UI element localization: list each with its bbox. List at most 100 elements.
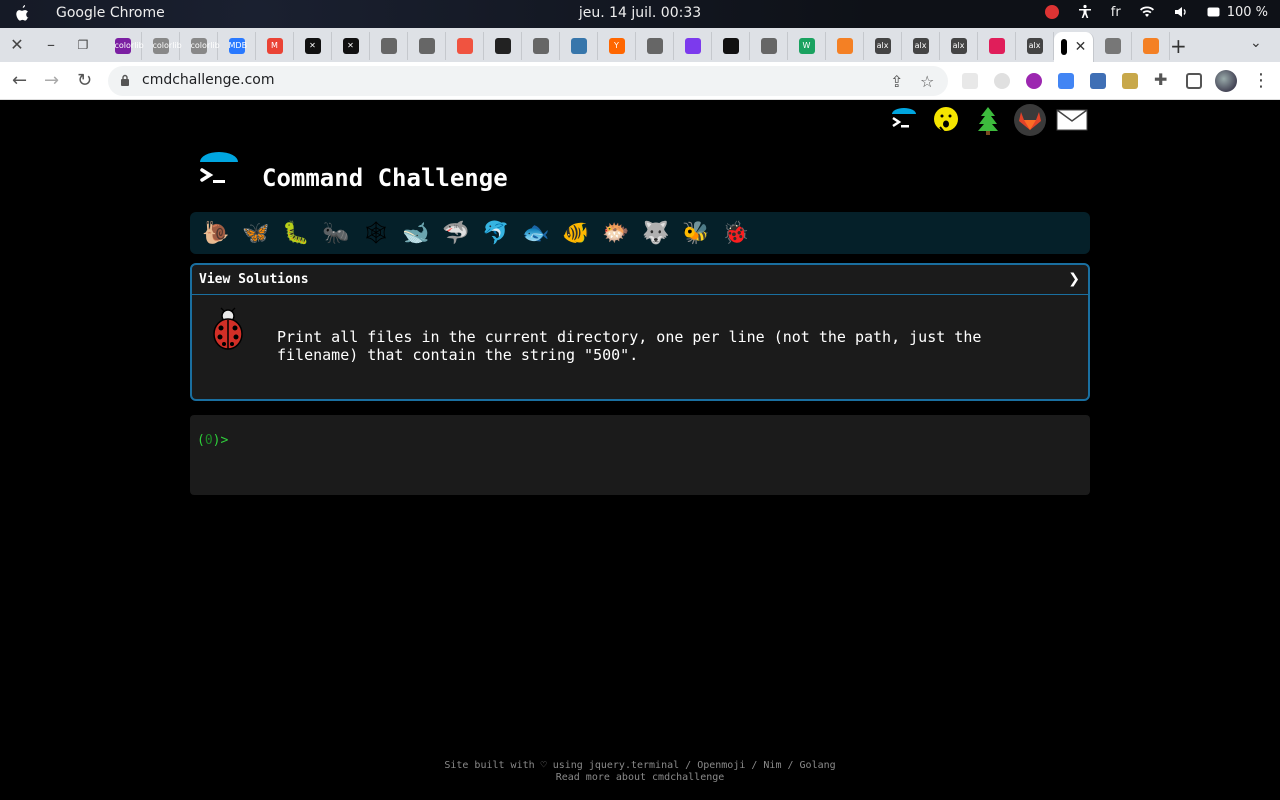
new-tab-button[interactable]: + bbox=[1170, 34, 1187, 58]
level-icon[interactable]: 🐬 bbox=[476, 213, 516, 253]
back-button[interactable]: ← bbox=[12, 71, 27, 91]
browser-tab[interactable]: ✕ bbox=[332, 32, 370, 60]
browser-tab[interactable]: MDB bbox=[218, 32, 256, 60]
footer-credits[interactable]: Site built with ♡ using jquery.terminal … bbox=[0, 760, 1280, 772]
window-restore-icon[interactable]: ❐ bbox=[74, 36, 92, 54]
accessibility-icon[interactable] bbox=[1077, 4, 1093, 20]
browser-tab[interactable]: alx bbox=[1016, 32, 1054, 60]
browser-tab[interactable]: M bbox=[256, 32, 294, 60]
address-bar[interactable]: cmdchallenge.com ⇪ ☆ bbox=[108, 66, 948, 96]
lock-icon[interactable] bbox=[120, 74, 130, 86]
slack-icon bbox=[988, 38, 1005, 54]
prompt-open: ( bbox=[197, 433, 205, 448]
colorlib-icon: colorlib bbox=[114, 38, 144, 54]
translate-icon[interactable] bbox=[1058, 73, 1074, 89]
url-text[interactable]: cmdchallenge.com bbox=[142, 72, 275, 88]
extension-icon[interactable] bbox=[1026, 73, 1042, 89]
browser-tab[interactable] bbox=[484, 32, 522, 60]
notification-icon[interactable] bbox=[1044, 5, 1059, 19]
browser-tab[interactable] bbox=[1094, 32, 1132, 60]
cmdchallenge-logo[interactable] bbox=[196, 150, 242, 192]
browser-tab[interactable] bbox=[1132, 32, 1170, 60]
window-minimize-icon[interactable]: – bbox=[42, 36, 60, 54]
level-icon[interactable]: 🦋 bbox=[236, 213, 276, 253]
browser-tab[interactable]: W bbox=[788, 32, 826, 60]
extensions-puzzle-icon[interactable]: ✚ bbox=[1154, 72, 1170, 88]
tab-search-icon[interactable]: ⌄ bbox=[1250, 35, 1262, 51]
stackoverflow-icon bbox=[1142, 38, 1159, 54]
browser-tab[interactable] bbox=[978, 32, 1016, 60]
tab-close-icon[interactable]: ✕ bbox=[1075, 39, 1087, 55]
footer-about-link[interactable]: Read more about cmdchallenge bbox=[0, 772, 1280, 784]
extension-icon[interactable] bbox=[962, 73, 978, 89]
browser-tab[interactable] bbox=[446, 32, 484, 60]
challenge-panel: View Solutions ❯ Print all files in the … bbox=[190, 263, 1090, 401]
battery-indicator[interactable]: 100 % bbox=[1207, 5, 1268, 20]
level-icon[interactable]: 🐋 bbox=[396, 213, 436, 253]
extension-icon[interactable] bbox=[1090, 73, 1106, 89]
level-icon[interactable]: 🐝 bbox=[676, 213, 716, 253]
alx-icon: alx bbox=[912, 38, 929, 54]
level-icon[interactable]: 🐜 bbox=[316, 213, 356, 253]
browser-tab[interactable]: alx bbox=[864, 32, 902, 60]
browser-tab[interactable] bbox=[750, 32, 788, 60]
browser-tab[interactable]: colorlib bbox=[142, 32, 182, 60]
gitlab-icon[interactable] bbox=[1014, 104, 1046, 136]
level-icon[interactable]: 🐌 bbox=[196, 213, 236, 253]
terminal-prompt[interactable]: (0)> bbox=[197, 433, 228, 448]
chrome-menu-icon[interactable]: ⋮ bbox=[1252, 70, 1270, 91]
chevron-right-icon[interactable]: ❯ bbox=[1068, 271, 1080, 287]
reload-button[interactable]: ↻ bbox=[77, 71, 92, 91]
browser-tab[interactable] bbox=[522, 32, 560, 60]
browser-toolbar: ← → ↻ cmdchallenge.com ⇪ ☆ ✚ ⋮ bbox=[0, 62, 1280, 100]
extension-icon[interactable] bbox=[994, 73, 1010, 89]
level-icon[interactable]: 🐺 bbox=[636, 213, 676, 253]
browser-tab[interactable]: colorlib bbox=[180, 32, 220, 60]
browser-tab[interactable] bbox=[408, 32, 446, 60]
browser-tab[interactable] bbox=[712, 32, 750, 60]
browser-tab[interactable]: alx bbox=[902, 32, 940, 60]
share-icon[interactable]: ⇪ bbox=[890, 72, 903, 91]
volume-icon[interactable] bbox=[1173, 4, 1189, 20]
globe-icon bbox=[418, 38, 435, 54]
active-app-name[interactable]: Google Chrome bbox=[56, 5, 165, 21]
forward-button[interactable]: → bbox=[44, 71, 59, 91]
bookmark-star-icon[interactable]: ☆ bbox=[920, 72, 934, 91]
x-circle-icon: ✕ bbox=[304, 38, 321, 54]
view-solutions-label[interactable]: View Solutions bbox=[199, 272, 309, 287]
side-panel-icon[interactable] bbox=[1186, 73, 1202, 89]
level-icon[interactable]: 🐛 bbox=[276, 213, 316, 253]
level-icon[interactable]: 🐠 bbox=[556, 213, 596, 253]
gmail-icon: M bbox=[266, 38, 283, 54]
apple-icon[interactable] bbox=[14, 5, 30, 23]
globe-icon bbox=[760, 38, 777, 54]
mail-icon[interactable] bbox=[1056, 104, 1088, 136]
browser-tab[interactable]: Y bbox=[598, 32, 636, 60]
tree-icon[interactable] bbox=[972, 104, 1004, 136]
hushed-face-icon[interactable] bbox=[930, 104, 962, 136]
wifi-icon[interactable] bbox=[1139, 4, 1155, 20]
alx-icon: alx bbox=[874, 38, 891, 54]
browser-tab[interactable]: colorlib bbox=[104, 32, 144, 60]
level-icon[interactable]: 🐟 bbox=[516, 213, 556, 253]
level-icon[interactable]: 🦈 bbox=[436, 213, 476, 253]
view-solutions-header[interactable]: View Solutions ❯ bbox=[192, 265, 1088, 295]
window-close-icon[interactable]: ✕ bbox=[8, 36, 26, 54]
language-indicator[interactable]: fr bbox=[1111, 5, 1121, 20]
level-icon[interactable]: 🕸 bbox=[356, 213, 396, 253]
active-tab[interactable]: ✕ bbox=[1054, 32, 1094, 62]
profile-avatar[interactable] bbox=[1215, 70, 1237, 92]
globe-icon bbox=[532, 38, 549, 54]
level-icon[interactable]: 🐡 bbox=[596, 213, 636, 253]
browser-tab[interactable] bbox=[560, 32, 598, 60]
browser-tab[interactable] bbox=[674, 32, 712, 60]
terminal-icon[interactable] bbox=[888, 104, 920, 136]
browser-tab[interactable] bbox=[636, 32, 674, 60]
terminal[interactable]: (0)> bbox=[190, 415, 1090, 495]
browser-tab[interactable] bbox=[826, 32, 864, 60]
browser-tab[interactable]: ✕ bbox=[294, 32, 332, 60]
browser-tab[interactable]: alx bbox=[940, 32, 978, 60]
extension-icon[interactable] bbox=[1122, 73, 1138, 89]
browser-tab[interactable] bbox=[370, 32, 408, 60]
level-icon[interactable]: 🐞 bbox=[716, 213, 756, 253]
